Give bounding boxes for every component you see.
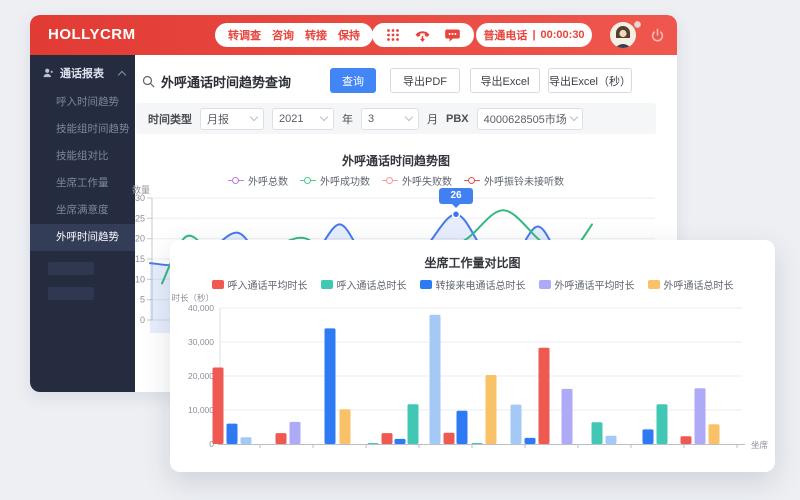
consult-button[interactable]: 咨询 [272, 27, 294, 43]
svg-text:10,000: 10,000 [188, 405, 214, 415]
call-status-divider: | [532, 29, 535, 41]
top-bar: HOLLYCRM 转调查 咨询 转接 保持 [30, 15, 677, 55]
people-icon [42, 67, 54, 79]
svg-text:10: 10 [135, 274, 145, 284]
chevron-down-icon [405, 113, 413, 121]
call-mode-label: 普通电话 [483, 27, 527, 43]
svg-text:时长（秒）: 时长（秒） [171, 293, 214, 303]
svg-text:25: 25 [135, 213, 145, 223]
call-actions-pill: 转调查 咨询 转接 保持 [215, 23, 373, 47]
time-type-label: 时间类型 [148, 111, 192, 127]
pbx-select[interactable]: 4000628505市场 [477, 108, 583, 130]
sidebar-item-inbound-trend[interactable]: 呼入时间趋势 [30, 89, 135, 116]
bar-chart-canvas: 010,00020,00030,00040,000时长（秒）坐席 [170, 240, 775, 472]
svg-text:20: 20 [135, 234, 145, 244]
chart-tooltip: 26 [439, 188, 473, 204]
svg-text:40,000: 40,000 [188, 303, 214, 313]
svg-text:30,000: 30,000 [188, 337, 214, 347]
call-timer: 00:00:30 [541, 29, 585, 41]
line-legend-marker [382, 177, 398, 185]
svg-text:坐席: 坐席 [751, 440, 769, 450]
svg-text:15: 15 [135, 254, 145, 264]
month-select[interactable]: 3 [361, 108, 419, 130]
sidebar-group-call-reports[interactable]: 通话报表 [30, 55, 135, 89]
chat-icon[interactable] [445, 28, 460, 43]
chevron-down-icon [250, 113, 258, 121]
search-button[interactable]: 查询 [330, 68, 376, 93]
svg-text:0: 0 [140, 315, 145, 325]
phone-incoming-icon[interactable] [414, 28, 431, 43]
grid-icon[interactable] [386, 28, 400, 42]
filter-bar: 时间类型 月报 2021 年 3 月 PBX 4000628505市场 [136, 103, 656, 134]
sidebar-skeleton-block [48, 262, 94, 275]
svg-text:20,000: 20,000 [188, 371, 214, 381]
search-icon [142, 75, 155, 88]
year-select[interactable]: 2021 [272, 108, 334, 130]
line-legend-marker [228, 177, 244, 185]
line-legend-marker [300, 177, 316, 185]
chevron-up-icon [118, 70, 126, 78]
app-logo: HOLLYCRM [48, 15, 136, 55]
avatar[interactable] [610, 22, 636, 48]
export-pdf-button[interactable]: 导出PDF [390, 68, 460, 93]
call-status-pill[interactable]: 普通电话 | 00:00:30 [476, 23, 592, 47]
sidebar-skeleton-block [48, 287, 94, 300]
time-type-select[interactable]: 月报 [200, 108, 264, 130]
year-unit-label: 年 [342, 111, 353, 127]
hold-button[interactable]: 保持 [338, 27, 360, 43]
line-chart-title: 外呼通话时间趋势图 [136, 152, 656, 169]
svg-text:数量: 数量 [132, 185, 150, 195]
pbx-label: PBX [446, 113, 469, 125]
power-icon[interactable] [650, 28, 665, 43]
export-excel-button[interactable]: 导出Excel [470, 68, 540, 93]
sidebar-group-label: 通话报表 [60, 65, 104, 81]
call-tools-pill [372, 23, 474, 47]
chevron-down-icon [320, 113, 328, 121]
page-title-text: 外呼通话时间趋势查询 [161, 72, 291, 91]
svg-text:5: 5 [140, 295, 145, 305]
month-unit-label: 月 [427, 111, 438, 127]
transfer-button[interactable]: 转接 [305, 27, 327, 43]
transfer-survey-button[interactable]: 转调查 [228, 27, 261, 43]
chevron-down-icon [570, 113, 578, 121]
avatar-status-dot [634, 21, 641, 28]
export-excel-sec-button[interactable]: 导出Excel（秒） [548, 68, 632, 93]
line-legend-marker [464, 177, 480, 185]
page-title: 外呼通话时间趋势查询 [142, 72, 291, 91]
agent-workload-card: 坐席工作量对比图 呼入通话平均时长 呼入通话总时长 转接来电通话总时长 外呼通话… [170, 240, 775, 472]
avatar-image [610, 22, 636, 48]
sidebar-item-skillgroup-compare[interactable]: 技能组对比 [30, 143, 135, 170]
sidebar-item-skillgroup-trend[interactable]: 技能组时间趋势 [30, 116, 135, 143]
